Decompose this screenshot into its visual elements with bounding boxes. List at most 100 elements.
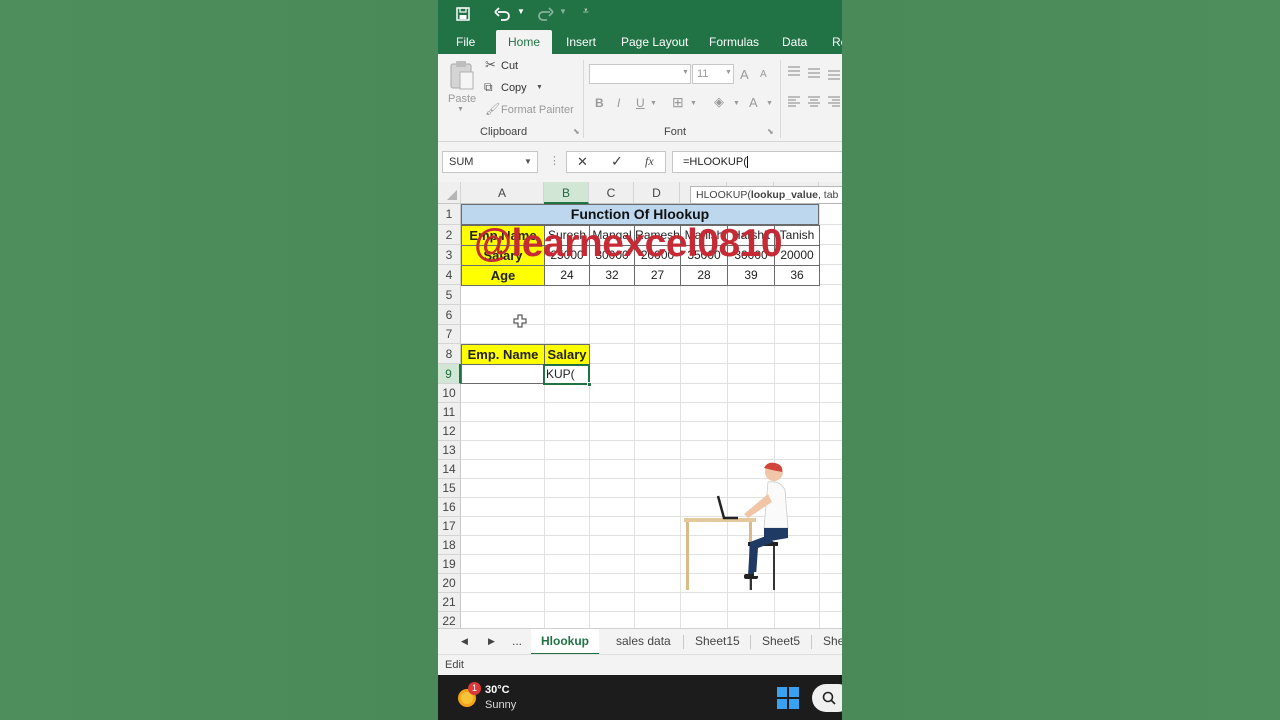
row-header-4[interactable]: 4 bbox=[438, 265, 461, 285]
table-cell[interactable]: 36 bbox=[774, 265, 820, 286]
align-middle-icon[interactable] bbox=[807, 68, 821, 80]
fill-color-dropdown-icon[interactable]: ▼ bbox=[733, 100, 740, 107]
copy-button[interactable]: Copy bbox=[501, 82, 527, 94]
save-icon[interactable] bbox=[456, 7, 470, 21]
row-header-15[interactable]: 15 bbox=[438, 479, 461, 498]
copy-dropdown-icon[interactable]: ▼ bbox=[536, 84, 543, 91]
italic-button[interactable]: I bbox=[617, 96, 620, 110]
row-header-9[interactable]: 9 bbox=[438, 364, 461, 384]
table-cell[interactable]: 24 bbox=[544, 265, 590, 286]
insert-function-icon[interactable]: fx bbox=[645, 154, 654, 169]
table-cell[interactable]: 39 bbox=[727, 265, 775, 286]
taskbar-search-button[interactable] bbox=[812, 684, 842, 712]
underline-dropdown-icon[interactable]: ▼ bbox=[650, 100, 657, 107]
font-color-dropdown-icon[interactable]: ▼ bbox=[766, 100, 773, 107]
font-name-input[interactable] bbox=[589, 64, 691, 84]
clipboard-launcher-icon[interactable]: ⬊ bbox=[573, 127, 580, 136]
tab-page-layout[interactable]: Page Layout bbox=[621, 30, 688, 54]
next-sheet-icon[interactable]: ▶ bbox=[488, 629, 495, 655]
align-right-icon[interactable] bbox=[827, 96, 841, 108]
shrink-font-icon[interactable]: A bbox=[760, 69, 767, 80]
sheet-tab-more[interactable]: She bbox=[823, 629, 842, 655]
row-header-13[interactable]: 13 bbox=[438, 441, 461, 460]
cut-button[interactable]: Cut bbox=[501, 60, 518, 72]
column-header-d[interactable]: D bbox=[634, 182, 680, 204]
row-header-22[interactable]: 22 bbox=[438, 612, 461, 628]
select-all-corner[interactable] bbox=[438, 182, 461, 204]
row-header-1[interactable]: 1 bbox=[438, 204, 461, 225]
row-header-8[interactable]: 8 bbox=[438, 344, 461, 364]
sheet-tab-sheet15[interactable]: Sheet15 bbox=[695, 629, 740, 655]
font-color-icon[interactable]: A bbox=[749, 95, 758, 110]
formula-input[interactable]: =HLOOKUP( bbox=[672, 151, 842, 173]
row-header-20[interactable]: 20 bbox=[438, 574, 461, 593]
fill-handle[interactable] bbox=[587, 382, 592, 387]
bold-button[interactable]: B bbox=[595, 96, 604, 110]
fill-color-icon[interactable]: ◈ bbox=[714, 94, 724, 110]
lookup-name-cell[interactable] bbox=[461, 364, 545, 384]
align-top-icon[interactable] bbox=[787, 66, 801, 78]
sheet-tab-sales-data[interactable]: sales data bbox=[616, 629, 671, 655]
name-box-dropdown-icon[interactable]: ▼ bbox=[524, 157, 532, 166]
row-header-16[interactable]: 16 bbox=[438, 498, 461, 517]
paste-icon[interactable] bbox=[448, 60, 476, 92]
borders-icon[interactable]: ⊞ bbox=[672, 94, 684, 111]
prev-sheet-icon[interactable]: ◀ bbox=[461, 629, 468, 655]
undo-dropdown-icon[interactable]: ▼ bbox=[517, 7, 525, 16]
table-row-label[interactable]: Age bbox=[461, 265, 545, 286]
font-launcher-icon[interactable]: ⬊ bbox=[767, 127, 774, 136]
format-painter-button[interactable]: Format Painter bbox=[501, 104, 574, 116]
tab-formulas[interactable]: Formulas bbox=[709, 30, 759, 54]
align-bottom-icon[interactable] bbox=[827, 70, 841, 82]
paste-button[interactable]: Paste bbox=[448, 93, 476, 105]
column-header-a[interactable]: A bbox=[461, 182, 544, 204]
align-left-icon[interactable] bbox=[787, 96, 801, 108]
column-header-c[interactable]: C bbox=[589, 182, 634, 204]
more-sheets-button[interactable]: ... bbox=[512, 629, 522, 655]
row-header-3[interactable]: 3 bbox=[438, 245, 461, 265]
row-header-14[interactable]: 14 bbox=[438, 460, 461, 479]
clipboard-group-label: Clipboard bbox=[480, 126, 528, 138]
row-header-21[interactable]: 21 bbox=[438, 593, 461, 612]
enter-icon[interactable]: ✓ bbox=[611, 153, 623, 170]
undo-icon[interactable] bbox=[494, 6, 512, 22]
cancel-icon[interactable]: ✕ bbox=[577, 154, 588, 170]
active-cell[interactable]: KUP( bbox=[543, 364, 590, 385]
windows-start-icon[interactable] bbox=[777, 687, 799, 709]
tab-review[interactable]: Re bbox=[832, 30, 842, 54]
row-header-6[interactable]: 6 bbox=[438, 305, 461, 325]
tab-home[interactable]: Home bbox=[496, 30, 553, 54]
row-header-5[interactable]: 5 bbox=[438, 285, 461, 305]
borders-dropdown-icon[interactable]: ▼ bbox=[690, 100, 697, 107]
tab-insert[interactable]: Insert bbox=[566, 30, 596, 54]
sheet-tab-sheet5[interactable]: Sheet5 bbox=[762, 629, 800, 655]
function-tooltip[interactable]: HLOOKUP(lookup_value, tab bbox=[690, 186, 842, 204]
row-header-2[interactable]: 2 bbox=[438, 225, 461, 245]
row-header-7[interactable]: 7 bbox=[438, 325, 461, 344]
align-center-icon[interactable] bbox=[807, 96, 821, 108]
table-cell[interactable]: 27 bbox=[634, 265, 681, 286]
table-cell[interactable]: 28 bbox=[680, 265, 728, 286]
row-header-18[interactable]: 18 bbox=[438, 536, 461, 555]
tab-file[interactable]: File bbox=[456, 30, 475, 54]
grow-font-icon[interactable]: A bbox=[740, 67, 749, 82]
paste-dropdown-icon[interactable]: ▼ bbox=[457, 106, 464, 113]
tab-data[interactable]: Data bbox=[782, 30, 807, 54]
channel-watermark: @learnexcel0810 bbox=[474, 222, 783, 265]
row-header-11[interactable]: 11 bbox=[438, 403, 461, 422]
sheet-tab-hlookup[interactable]: Hlookup bbox=[531, 629, 599, 655]
row-header-12[interactable]: 12 bbox=[438, 422, 461, 441]
lookup-header-emp-name[interactable]: Emp. Name bbox=[461, 344, 545, 365]
table-cell[interactable]: 32 bbox=[589, 265, 635, 286]
row-header-17[interactable]: 17 bbox=[438, 517, 461, 536]
font-name-dropdown-icon[interactable]: ▼ bbox=[682, 69, 689, 76]
font-size-dropdown-icon[interactable]: ▼ bbox=[725, 69, 732, 76]
underline-button[interactable]: U bbox=[636, 96, 645, 110]
lookup-header-salary[interactable]: Salary bbox=[544, 344, 590, 365]
customize-icon[interactable]: ⩡ bbox=[583, 6, 589, 17]
column-header-b[interactable]: B bbox=[544, 182, 589, 204]
row-header-19[interactable]: 19 bbox=[438, 555, 461, 574]
formula-bar: SUM ▼ ⋮ ✕ ✓ fx =HLOOKUP( bbox=[438, 142, 842, 182]
formula-bar-handle-icon[interactable]: ⋮ bbox=[549, 154, 560, 167]
row-header-10[interactable]: 10 bbox=[438, 384, 461, 403]
